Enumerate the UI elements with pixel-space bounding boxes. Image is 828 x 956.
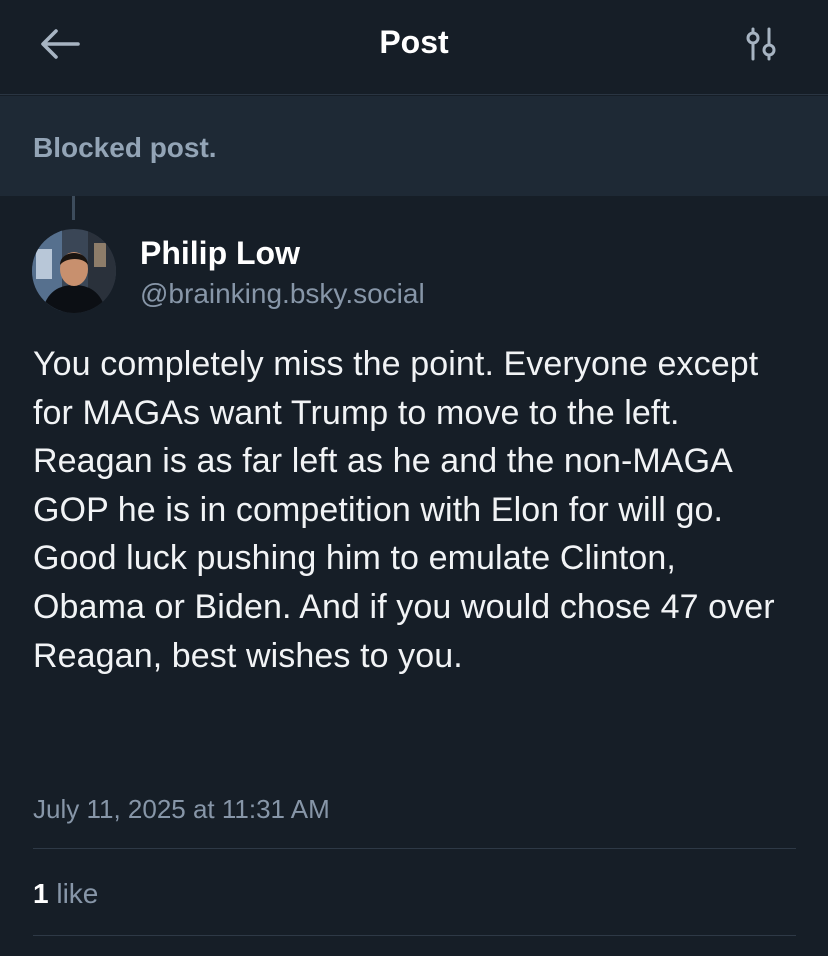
- likes-link[interactable]: 1 like: [33, 876, 98, 912]
- thread-connector-line: [72, 196, 75, 220]
- divider: [33, 848, 796, 849]
- avatar[interactable]: [32, 229, 116, 313]
- sliders-icon: [746, 27, 776, 61]
- post-timestamp: July 11, 2025 at 11:31 AM: [33, 794, 330, 824]
- post-text: You completely miss the point. Everyone …: [33, 345, 775, 675]
- blocked-post-label: Blocked post.: [33, 132, 217, 163]
- page-title: Post: [379, 24, 449, 60]
- author-name[interactable]: Philip Low: [140, 234, 300, 272]
- like-label: like: [56, 878, 99, 909]
- like-count: 1: [33, 878, 49, 909]
- thread-settings-button[interactable]: [740, 24, 784, 64]
- divider: [33, 935, 796, 936]
- author-handle[interactable]: @brainking.bsky.social: [140, 276, 425, 312]
- avatar-image: [32, 229, 116, 313]
- top-bar: Post: [0, 0, 828, 95]
